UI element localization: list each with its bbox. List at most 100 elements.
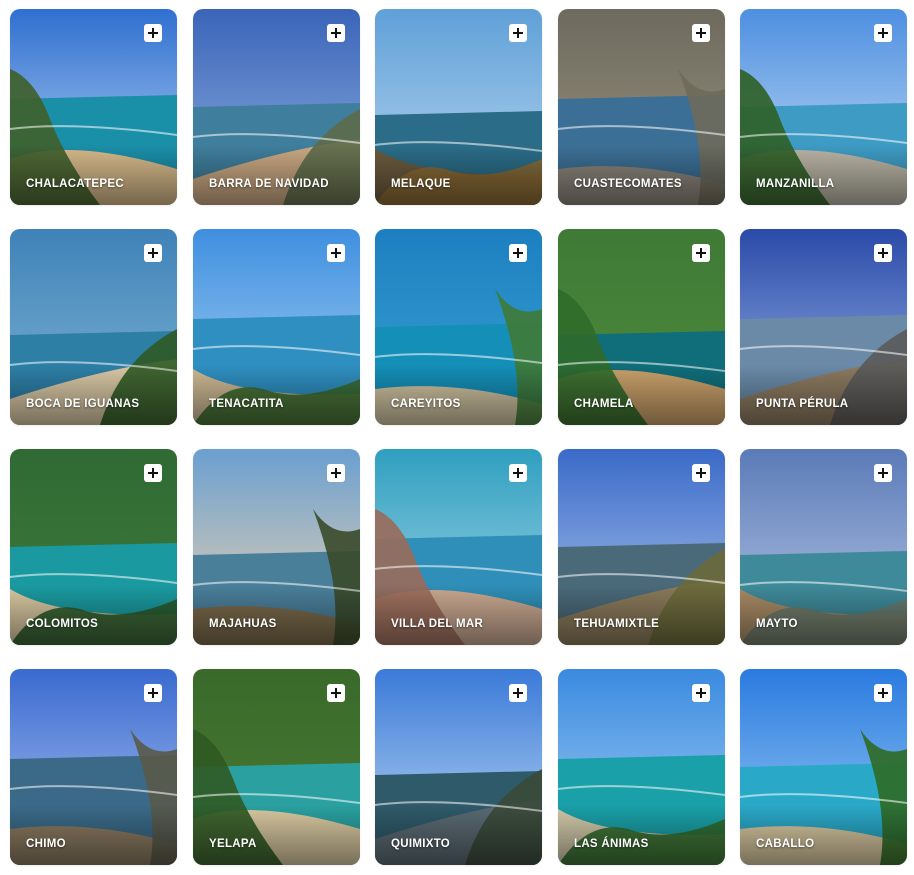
caption-shade xyxy=(10,805,177,865)
caption-shade xyxy=(558,585,725,645)
caption-shade xyxy=(375,145,542,205)
destination-name: VILLA DEL MAR xyxy=(391,618,484,630)
add-destination-button[interactable] xyxy=(509,244,527,262)
destination-name: MAJAHUAS xyxy=(209,618,277,630)
add-destination-button[interactable] xyxy=(327,464,345,482)
plus-icon xyxy=(878,688,888,698)
destination-name: YELAPA xyxy=(209,838,257,850)
plus-icon xyxy=(148,468,158,478)
plus-icon xyxy=(331,28,341,38)
add-destination-button[interactable] xyxy=(327,684,345,702)
caption-shade xyxy=(10,145,177,205)
destination-name: TEHUAMIXTLE xyxy=(574,618,660,630)
add-destination-button[interactable] xyxy=(509,464,527,482)
destination-name: PUNTA PÉRULA xyxy=(756,398,849,410)
caption-shade xyxy=(193,805,360,865)
destination-name: LAS ÁNIMAS xyxy=(574,838,649,850)
destination-name: MANZANILLA xyxy=(756,178,835,190)
add-destination-button[interactable] xyxy=(144,24,162,42)
destination-name: BARRA DE NAVIDAD xyxy=(209,178,329,190)
destination-name: BOCA DE IGUANAS xyxy=(26,398,140,410)
caption-shade xyxy=(558,145,725,205)
destination-name: CHALACATEPEC xyxy=(26,178,124,190)
destination-card-villa-del-mar[interactable]: VILLA DEL MAR xyxy=(375,449,542,645)
destination-name: CHAMELA xyxy=(574,398,634,410)
destination-name: QUIMIXTO xyxy=(391,838,451,850)
plus-icon xyxy=(513,248,523,258)
destination-card-cuastecomates[interactable]: CUASTECOMATES xyxy=(558,9,725,205)
add-destination-button[interactable] xyxy=(874,244,892,262)
caption-shade xyxy=(375,365,542,425)
add-destination-button[interactable] xyxy=(692,464,710,482)
add-destination-button[interactable] xyxy=(509,24,527,42)
plus-icon xyxy=(148,248,158,258)
add-destination-button[interactable] xyxy=(692,684,710,702)
destination-name: MELAQUE xyxy=(391,178,451,190)
destination-card-las-animas[interactable]: LAS ÁNIMAS xyxy=(558,669,725,865)
destination-card-chamela[interactable]: CHAMELA xyxy=(558,229,725,425)
add-destination-button[interactable] xyxy=(144,464,162,482)
add-destination-button[interactable] xyxy=(874,684,892,702)
plus-icon xyxy=(696,688,706,698)
destination-card-mayto[interactable]: MAYTO xyxy=(740,449,907,645)
destination-card-quimixto[interactable]: QUIMIXTO xyxy=(375,669,542,865)
caption-shade xyxy=(193,145,360,205)
plus-icon xyxy=(513,28,523,38)
destination-card-careyitos[interactable]: CAREYITOS xyxy=(375,229,542,425)
caption-shade xyxy=(10,585,177,645)
plus-icon xyxy=(331,468,341,478)
destination-card-majahuas[interactable]: MAJAHUAS xyxy=(193,449,360,645)
plus-icon xyxy=(331,688,341,698)
caption-shade xyxy=(375,585,542,645)
destination-name: COLOMITOS xyxy=(26,618,99,630)
caption-shade xyxy=(193,365,360,425)
plus-icon xyxy=(696,468,706,478)
destination-name: TENACATITA xyxy=(209,398,284,410)
destination-name: CABALLO xyxy=(756,838,815,850)
add-destination-button[interactable] xyxy=(144,244,162,262)
destination-card-tehuamixtle[interactable]: TEHUAMIXTLE xyxy=(558,449,725,645)
add-destination-button[interactable] xyxy=(874,464,892,482)
caption-shade xyxy=(193,585,360,645)
plus-icon xyxy=(148,688,158,698)
destination-card-colomitos[interactable]: COLOMITOS xyxy=(10,449,177,645)
destination-card-chimo[interactable]: CHIMO xyxy=(10,669,177,865)
caption-shade xyxy=(740,365,907,425)
destination-name: CUASTECOMATES xyxy=(574,178,682,190)
add-destination-button[interactable] xyxy=(509,684,527,702)
add-destination-button[interactable] xyxy=(874,24,892,42)
caption-shade xyxy=(740,585,907,645)
plus-icon xyxy=(878,28,888,38)
add-destination-button[interactable] xyxy=(692,244,710,262)
destination-card-tenacatita[interactable]: TENACATITA xyxy=(193,229,360,425)
plus-icon xyxy=(513,688,523,698)
plus-icon xyxy=(878,248,888,258)
caption-shade xyxy=(740,145,907,205)
plus-icon xyxy=(878,468,888,478)
destination-card-melaque[interactable]: MELAQUE xyxy=(375,9,542,205)
destination-card-boca-de-iguanas[interactable]: BOCA DE IGUANAS xyxy=(10,229,177,425)
destination-name: CAREYITOS xyxy=(391,398,461,410)
add-destination-button[interactable] xyxy=(144,684,162,702)
add-destination-button[interactable] xyxy=(327,244,345,262)
destination-card-chalacatepec[interactable]: CHALACATEPEC xyxy=(10,9,177,205)
plus-icon xyxy=(148,28,158,38)
destination-card-caballo[interactable]: CABALLO xyxy=(740,669,907,865)
destination-name: CHIMO xyxy=(26,838,66,850)
plus-icon xyxy=(696,248,706,258)
destinations-grid: CHALACATEPEC BARRA DE NAVIDAD MELAQUE CUAST… xyxy=(0,0,914,875)
destination-card-manzanilla[interactable]: MANZANILLA xyxy=(740,9,907,205)
caption-shade xyxy=(375,805,542,865)
plus-icon xyxy=(331,248,341,258)
destination-card-yelapa[interactable]: YELAPA xyxy=(193,669,360,865)
destination-card-punta-perula[interactable]: PUNTA PÉRULA xyxy=(740,229,907,425)
caption-shade xyxy=(10,365,177,425)
add-destination-button[interactable] xyxy=(692,24,710,42)
caption-shade xyxy=(558,365,725,425)
caption-shade xyxy=(740,805,907,865)
plus-icon xyxy=(513,468,523,478)
destination-card-barra-de-navidad[interactable]: BARRA DE NAVIDAD xyxy=(193,9,360,205)
destination-name: MAYTO xyxy=(756,618,798,630)
add-destination-button[interactable] xyxy=(327,24,345,42)
caption-shade xyxy=(558,805,725,865)
